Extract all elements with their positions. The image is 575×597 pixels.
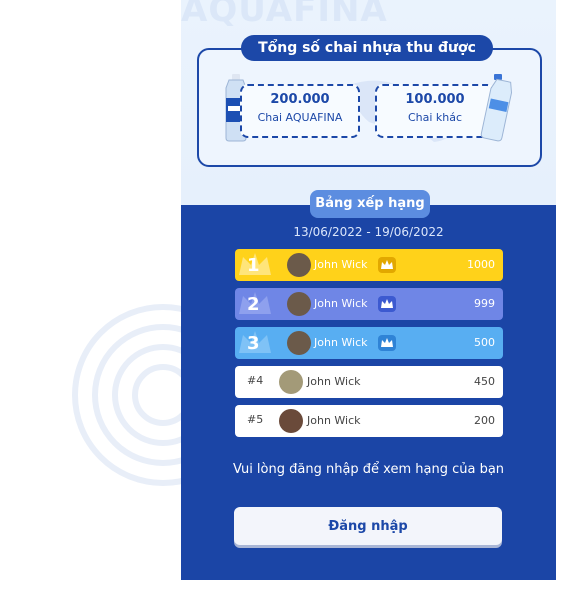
user-score: 999 <box>474 297 495 310</box>
avatar <box>279 370 303 394</box>
rank-number: #4 <box>247 374 264 387</box>
other-label: Chai khác <box>407 111 463 124</box>
avatar <box>279 409 303 433</box>
user-score: 450 <box>474 375 495 388</box>
other-bottle-icon <box>480 74 513 142</box>
totals-title: Tổng số chai nhựa thu được <box>241 35 493 61</box>
other-stat: 100.000 Chai khác <box>375 84 495 138</box>
other-count: 100.000 <box>405 92 465 107</box>
user-name: John Wick <box>307 414 361 427</box>
totals-section: AQUAFINA Tổng số chai nhựa thu được 200.… <box>181 0 556 205</box>
rank-number: #5 <box>247 413 264 426</box>
aquafina-label: Chai AQUAFINA <box>257 111 343 124</box>
vip-crown-icon <box>378 257 396 273</box>
rank-number: 1 <box>247 255 260 276</box>
login-button[interactable]: Đăng nhập <box>234 507 502 545</box>
user-score: 200 <box>474 414 495 427</box>
leaderboard-row: #5 John Wick 200 <box>235 405 503 437</box>
vip-crown-icon <box>378 335 396 351</box>
leaderboard-row: 1 John Wick 1000 <box>235 249 503 281</box>
campaign-panel: AQUAFINA Tổng số chai nhựa thu được 200.… <box>181 0 556 580</box>
vip-crown-icon <box>378 296 396 312</box>
user-name: John Wick <box>314 297 368 310</box>
aquafina-count: 200.000 <box>270 92 330 107</box>
user-score: 1000 <box>467 258 495 271</box>
leaderboard-row: 3 John Wick 500 <box>235 327 503 359</box>
rank-number: 2 <box>247 294 260 315</box>
rank-number: 3 <box>247 333 260 354</box>
leaderboard-row: #4 John Wick 450 <box>235 366 503 398</box>
avatar <box>287 292 311 316</box>
brand-watermark: AQUAFINA <box>181 0 388 30</box>
ranking-date-range: 13/06/2022 - 19/06/2022 <box>293 225 444 239</box>
user-name: John Wick <box>314 258 368 271</box>
user-score: 500 <box>474 336 495 349</box>
ranking-title: Bảng xếp hạng <box>310 190 430 218</box>
avatar <box>287 331 311 355</box>
leaderboard-row: 2 John Wick 999 <box>235 288 503 320</box>
user-name: John Wick <box>314 336 368 349</box>
avatar <box>287 253 311 277</box>
aquafina-stat: 200.000 Chai AQUAFINA <box>240 84 360 138</box>
user-name: John Wick <box>307 375 361 388</box>
login-notice: Vui lòng đăng nhập để xem hạng của bạn <box>232 462 505 477</box>
